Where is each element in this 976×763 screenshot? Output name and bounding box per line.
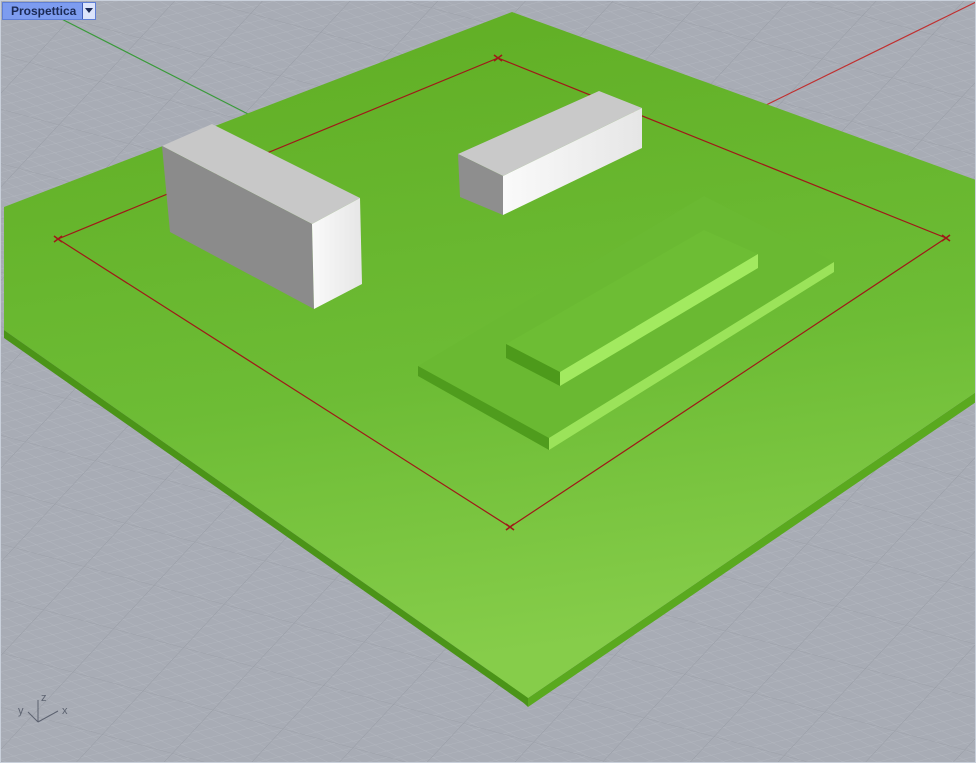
viewport-title[interactable]: Prospettica bbox=[3, 3, 82, 19]
axis-z-label: z bbox=[41, 692, 47, 704]
dropdown-triangle-icon[interactable] bbox=[82, 3, 96, 19]
scene-canvas[interactable]: z x y bbox=[0, 0, 976, 763]
viewport-title-tab[interactable]: Prospettica bbox=[2, 2, 97, 20]
perspective-viewport[interactable]: z x y Prospettica bbox=[0, 0, 976, 763]
axis-x-label: x bbox=[62, 705, 68, 717]
axis-y-label: y bbox=[18, 705, 24, 717]
